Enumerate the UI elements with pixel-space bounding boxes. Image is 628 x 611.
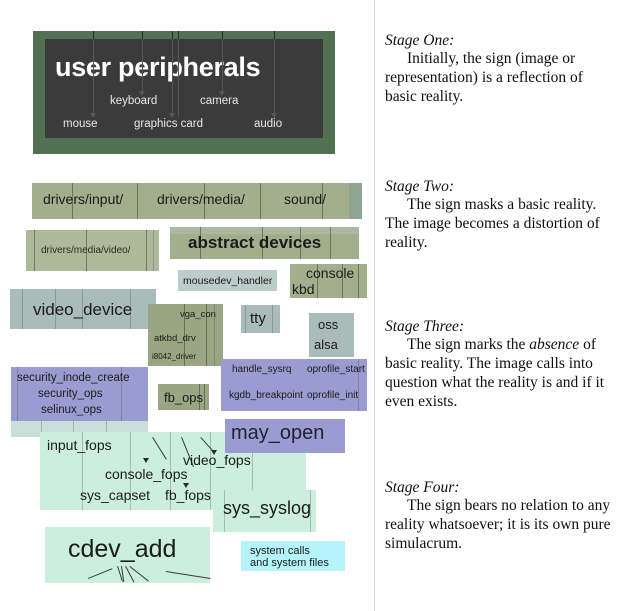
- label-sys-capset: sys_capset: [80, 487, 151, 503]
- legend-line-2: and system files: [250, 557, 329, 569]
- label-video-device: video_device: [33, 300, 133, 319]
- stage-one-heading: Stage One:: [385, 32, 455, 49]
- stage-one-body: Initially, the sign (image or representa…: [385, 50, 611, 106]
- peripheral-label-camera: camera: [200, 95, 239, 107]
- diagram-canvas: user peripherals keyboard camera mouse g…: [0, 0, 628, 611]
- stage-one: Stage One: Initially, the sign (image or…: [385, 32, 611, 107]
- peripheral-label-mouse: mouse: [63, 118, 98, 130]
- stage-one-text: Initially, the sign (image or representa…: [385, 50, 583, 105]
- label-cdev-add: cdev_add: [68, 535, 177, 563]
- legend-line-1: system calls: [250, 545, 310, 557]
- stage-three-emphasis: absence: [529, 336, 580, 354]
- label-fb-ops: fb_ops: [164, 390, 204, 405]
- label-input-fops: input_fops: [47, 437, 112, 453]
- label-handle-sysrq: handle_sysrq: [232, 364, 292, 375]
- panel-line-graphics-b: [178, 39, 179, 117]
- label-security-inode-create: security_inode_create: [17, 372, 130, 384]
- panel-line-keyboard: [142, 39, 143, 95]
- stage-three: Stage Three: The sign marks the absence …: [385, 318, 611, 411]
- label-sys-syslog: sys_syslog: [223, 498, 312, 518]
- panel-line-audio: [274, 39, 275, 117]
- label-video-fops: video_fops: [183, 452, 251, 468]
- label-oss: oss: [318, 317, 339, 332]
- label-security-ops: security_ops: [38, 388, 103, 400]
- stage-four: Stage Four: The sign bears no relation t…: [385, 479, 611, 554]
- peripheral-label-audio: audio: [254, 118, 283, 130]
- label-abstract-devices: abstract devices: [188, 233, 322, 252]
- panel-line-graphics-a: [172, 39, 173, 117]
- column-divider: [374, 0, 375, 611]
- stage-three-body: The sign marks the absence of basic real…: [385, 336, 611, 411]
- stage-four-body: The sign bears no relation to any realit…: [385, 497, 611, 553]
- label-tty: tty: [250, 310, 266, 327]
- stage-two: Stage Two: The sign masks a basic realit…: [385, 178, 611, 253]
- label-atkbd-drv: atkbd_drv: [154, 333, 196, 344]
- label-i8042-driver: i8042_driver: [152, 352, 197, 361]
- stage-three-text-pre: The sign marks the: [407, 336, 530, 354]
- label-drivers-input: drivers/input/: [43, 191, 124, 207]
- label-oprofile-start: oprofile_start: [307, 364, 365, 375]
- label-vga-con: vga_con: [180, 309, 216, 320]
- label-drivers-media-video: drivers/media/video/: [41, 245, 131, 256]
- panel-line-mouse: [93, 39, 94, 117]
- stage-two-heading: Stage Two:: [385, 178, 455, 195]
- peripheral-label-graphics-card: graphics card: [134, 118, 204, 130]
- user-peripherals-heading: user peripherals: [55, 52, 261, 82]
- label-selinux-ops: selinux_ops: [41, 404, 102, 416]
- label-alsa: alsa: [314, 337, 338, 352]
- label-console: console: [306, 265, 355, 281]
- peripheral-label-keyboard: keyboard: [110, 95, 158, 107]
- label-console-fops: console_fops: [105, 466, 188, 482]
- label-mousedev-handler: mousedev_handler: [183, 275, 273, 287]
- arrowhead-console-fops: [143, 458, 149, 463]
- stage-two-body: The sign masks a basic reality. The imag…: [385, 196, 611, 252]
- label-kgdb-breakpoint: kgdb_breakpoint: [229, 390, 303, 401]
- label-may-open: may_open: [231, 422, 325, 444]
- label-fb-fops: fb_fops: [165, 487, 211, 503]
- label-kbd: kbd: [292, 281, 315, 297]
- label-sound: sound/: [284, 191, 327, 207]
- panel-line-camera: [222, 39, 223, 95]
- stage-three-heading: Stage Three:: [385, 318, 465, 335]
- label-oprofile-init: oprofile_init: [307, 390, 359, 401]
- stage-four-text: The sign bears no relation to any realit…: [385, 497, 611, 552]
- stage-two-text: The sign masks a basic reality. The imag…: [385, 196, 600, 251]
- stage-four-heading: Stage Four:: [385, 479, 460, 496]
- label-drivers-media: drivers/media/: [157, 191, 245, 207]
